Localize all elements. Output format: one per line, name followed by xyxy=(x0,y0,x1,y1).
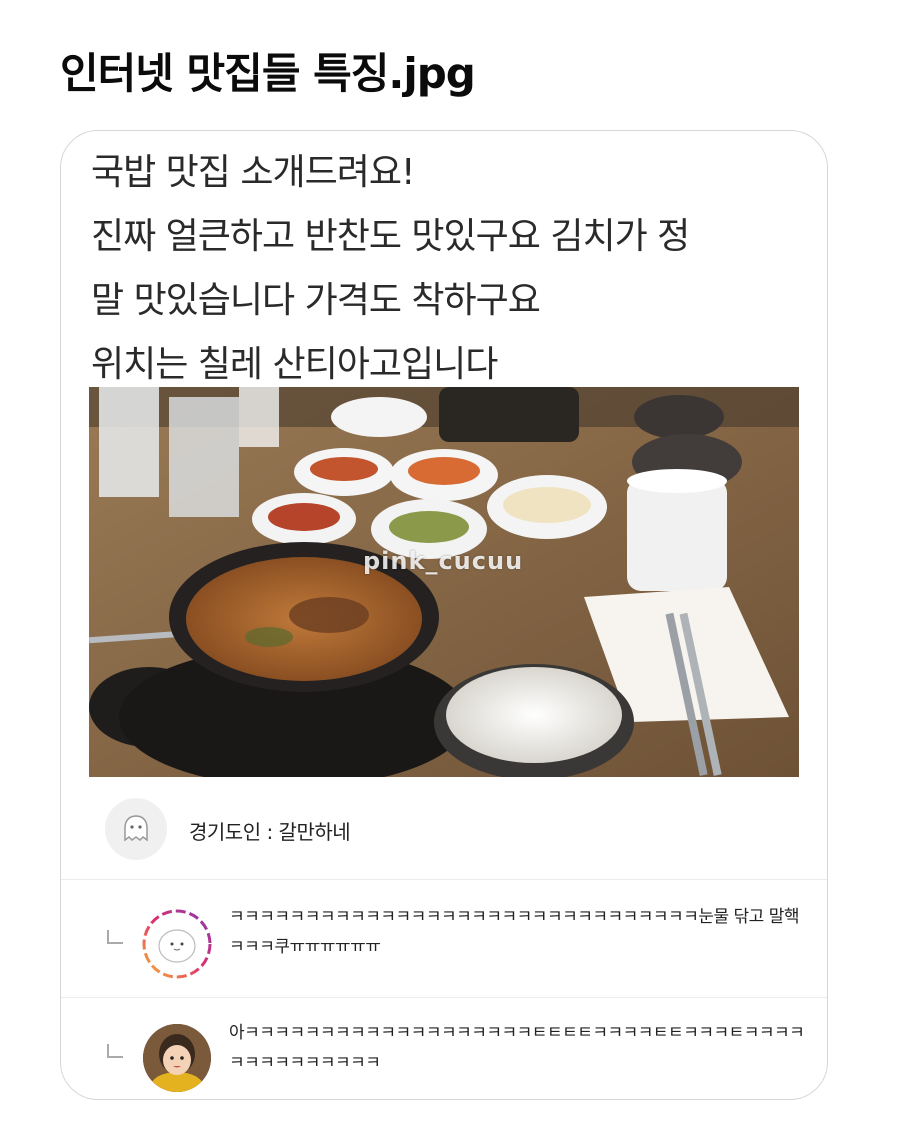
reply-text: ㅋㅋㅋㅋㅋㅋㅋㅋㅋㅋㅋㅋㅋㅋㅋㅋㅋㅋㅋㅋㅋㅋㅋㅋㅋㅋㅋㅋㅋㅋㅋ눈물 닦고 말핵ㅋ… xyxy=(229,907,800,957)
image-watermark: pink_cucuu xyxy=(363,547,524,575)
post-card: 국밥 맛집 소개드려요! 진짜 얼큰하고 반찬도 맛있구요 김치가 정 말 맛있… xyxy=(60,130,828,1100)
post-line: 말 맛있습니다 가격도 착하구요 xyxy=(91,280,541,321)
page-title: 인터넷 맛집들 특징.jpg xyxy=(60,49,476,98)
comment-row: 경기도인 : 갈만하네 xyxy=(61,791,827,879)
reply-text: 아ㅋㅋㅋㅋㅋㅋㅋㅋㅋㅋㅋㅋㅋㅋㅋㅋㅋㅋㅋㅌㅌㅌㅌㅋㅋㅋㅋㅌㅌㅋㅋㅋㅌㅋㅋㅋㅋㅋㅋ… xyxy=(229,1023,805,1073)
post-line: 진짜 얼큰하고 반찬도 맛있구요 김치가 정 xyxy=(91,216,690,257)
reply-row: ㅋㅋㅋㅋㅋㅋㅋㅋㅋㅋㅋㅋㅋㅋㅋㅋㅋㅋㅋㅋㅋㅋㅋㅋㅋㅋㅋㅋㅋㅋㅋ눈물 닦고 말핵ㅋ… xyxy=(61,879,827,998)
food-photo-illustration xyxy=(89,387,799,777)
child-photo-avatar[interactable] xyxy=(143,1024,211,1092)
post-line: 국밥 맛집 소개드려요! xyxy=(91,152,415,193)
post-body: 국밥 맛집 소개드려요! 진짜 얼큰하고 반찬도 맛있구요 김치가 정 말 맛있… xyxy=(91,141,821,397)
white-character-avatar[interactable] xyxy=(141,908,213,980)
reply-arrow-icon xyxy=(107,930,123,944)
reply-row: 아ㅋㅋㅋㅋㅋㅋㅋㅋㅋㅋㅋㅋㅋㅋㅋㅋㅋㅋㅋㅌㅌㅌㅌㅋㅋㅋㅋㅌㅌㅋㅋㅋㅌㅋㅋㅋㅋㅋㅋ… xyxy=(61,997,827,1099)
ghost-icon[interactable] xyxy=(105,798,167,860)
reply-arrow-icon xyxy=(107,1044,123,1058)
food-photo: pink_cucuu xyxy=(89,387,799,777)
comment-text: 경기도인 : 갈만하네 xyxy=(189,820,351,844)
